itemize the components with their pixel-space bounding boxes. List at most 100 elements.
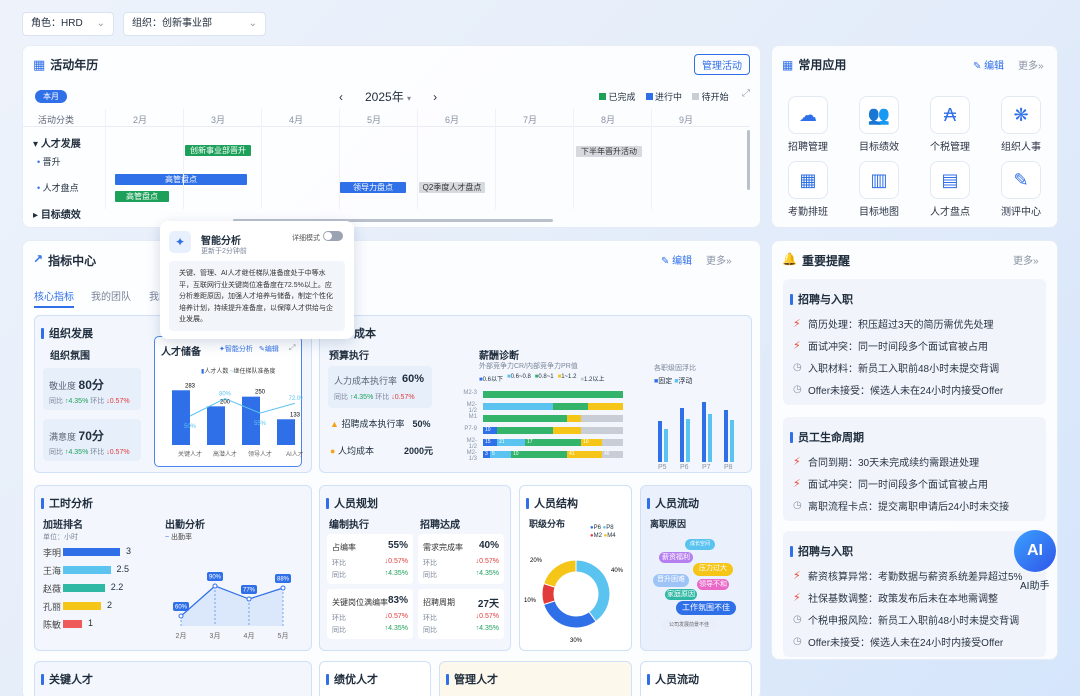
salary-segment[interactable]: 3	[483, 451, 490, 458]
salary-segment[interactable]	[602, 439, 623, 446]
event-bar[interactable]: 下半年晋升活动	[576, 146, 642, 157]
group-talent-dev[interactable]: ▾ 人才发展	[33, 135, 81, 150]
year-select[interactable]: 2025年 ▾	[365, 88, 411, 105]
attendance-point[interactable]	[246, 596, 252, 602]
dist-bar[interactable]	[686, 418, 690, 462]
apps-edit-button[interactable]: ✎ 编辑	[973, 57, 1004, 72]
plan-metric-card[interactable]: 占编率 55% 环比 ↓0.57% 同比 ↑4.35%	[327, 534, 413, 584]
attendance-icon[interactable]: ▦	[788, 161, 828, 199]
next-year-icon[interactable]: ›	[433, 90, 437, 104]
manage-activity-button[interactable]: 管理活动	[694, 54, 750, 75]
salary-segment[interactable]	[497, 427, 553, 434]
salary-segment[interactable]: 10	[483, 427, 497, 434]
talent-reserve-widget[interactable]: 人才储备 ✦智能分析 ✎编辑 ⤢ ▮人才人数 ~继任梯队准备度 283 关键人才 2…	[154, 336, 303, 467]
map-icon[interactable]: ▥	[859, 161, 899, 199]
reserve-bar[interactable]	[172, 390, 190, 445]
word-tag[interactable]: 薪资福利	[659, 552, 693, 563]
cost-exec-card[interactable]: 人力成本执行率 60% 同比 ↑4.35% 环比 ↓0.57%	[328, 366, 432, 408]
rank-bar[interactable]	[63, 620, 82, 628]
vertical-scrollbar[interactable]	[747, 130, 750, 190]
prev-year-icon[interactable]: ‹	[339, 90, 343, 104]
indicators-more-link[interactable]: 更多»	[706, 252, 732, 267]
reminder-item[interactable]: ⚡ 薪资核算异常：考勤数据与薪资系统差异超过5%	[793, 568, 1022, 583]
reminder-item[interactable]: ◷ Offer未接受：候选人未在24小时内接受Offer	[793, 382, 1003, 397]
event-bar[interactable]: 高管盘点	[115, 174, 247, 185]
dist-bar[interactable]	[658, 420, 662, 462]
dist-bar[interactable]	[664, 429, 668, 462]
rank-bar[interactable]	[63, 584, 105, 592]
app-label[interactable]: 人才盘点	[915, 203, 985, 218]
pie-slice[interactable]	[543, 600, 597, 629]
app-label[interactable]: 组织人事	[986, 138, 1056, 153]
apps-more-link[interactable]: 更多»	[1018, 57, 1044, 72]
engagement-card[interactable]: 敬业度 80分 同比 ↑4.35% 环比 ↓0.57%	[43, 368, 141, 410]
review-icon[interactable]: ▤	[930, 161, 970, 199]
tab-core[interactable]: 核心指标	[34, 288, 74, 308]
salary-segment[interactable]: 5	[490, 451, 511, 458]
pie-slice[interactable]	[543, 559, 577, 588]
satisfaction-card[interactable]: 满意度 70分 同比 ↑4.35% 环比 ↓0.57%	[43, 419, 141, 461]
recruit-icon[interactable]: ☁	[788, 96, 828, 134]
salary-segment[interactable]	[483, 415, 567, 422]
tab-my-team[interactable]: 我的团队	[91, 288, 131, 303]
goals-icon[interactable]: 👥	[859, 96, 899, 134]
word-tag[interactable]: 晋升困难	[653, 574, 689, 587]
reserve-bar[interactable]	[277, 419, 295, 445]
word-tag[interactable]: 领导不和	[697, 579, 729, 590]
event-bar[interactable]: 高管盘点	[115, 191, 169, 202]
event-bar[interactable]: Q2季度人才盘点	[419, 182, 485, 193]
dist-bar[interactable]	[724, 409, 728, 462]
salary-segment[interactable]	[553, 403, 588, 410]
salary-segment[interactable]: 46	[602, 451, 623, 458]
salary-segment[interactable]: 15	[483, 439, 497, 446]
app-label[interactable]: 目标绩效	[844, 138, 914, 153]
expand-icon[interactable]: ⤢	[289, 343, 295, 353]
app-label[interactable]: 测评中心	[986, 203, 1056, 218]
expand-icon[interactable]: ⤢	[742, 88, 750, 99]
assess-icon[interactable]: ✎	[1001, 161, 1041, 199]
plan-metric-card[interactable]: 需求完成率 40% 环比 ↓0.57% 同比 ↑4.35%	[418, 534, 504, 584]
event-bar[interactable]: 创新事业部晋升	[185, 145, 251, 156]
dist-bar[interactable]	[730, 420, 734, 462]
detail-mode-toggle[interactable]	[323, 231, 343, 241]
salary-segment[interactable]: 10	[581, 439, 602, 446]
org-select[interactable]: 组织：创新事业部 ⌄	[123, 12, 266, 36]
plan-metric-card[interactable]: 招聘周期 27天 环比 ↓0.57% 同比 ↑4.35%	[418, 589, 504, 639]
role-select[interactable]: 角色：HRD ⌄	[22, 12, 114, 36]
salary-segment[interactable]	[588, 403, 623, 410]
reminder-item[interactable]: ◷ 离职流程卡点：提交离职申请后24小时未交接	[793, 498, 1009, 513]
dist-bar[interactable]	[708, 414, 712, 462]
word-tag[interactable]: 工作氛围不佳	[676, 601, 736, 615]
org-icon[interactable]: ❋	[1001, 96, 1041, 134]
salary-segment[interactable]: 41	[567, 451, 602, 458]
salary-segment[interactable]	[581, 427, 623, 434]
salary-segment[interactable]: 17	[525, 439, 581, 446]
app-label[interactable]: 个税管理	[915, 138, 985, 153]
reminder-item[interactable]: ⚡ 面试冲突：同一时间段多个面试官被占用	[793, 476, 988, 491]
word-tag[interactable]: 公司发展前景不佳	[661, 620, 717, 631]
attendance-point[interactable]	[212, 583, 218, 589]
app-label[interactable]: 目标地图	[844, 203, 914, 218]
salary-segment[interactable]	[483, 391, 623, 398]
salary-segment[interactable]	[567, 415, 581, 422]
reserve-bar[interactable]	[207, 406, 225, 445]
salary-segment[interactable]	[483, 403, 553, 410]
rank-bar[interactable]	[63, 602, 101, 610]
this-month-button[interactable]: 本月	[35, 90, 67, 103]
group-goals[interactable]: ▸ 目标绩效	[33, 206, 81, 221]
event-bar[interactable]: 领导力盘点	[340, 182, 406, 193]
reminder-item[interactable]: ◷ Offer未接受：候选人未在24小时内接受Offer	[793, 634, 1003, 649]
app-label[interactable]: 考勤排班	[773, 203, 843, 218]
pie-slice[interactable]	[575, 559, 611, 623]
reminder-item[interactable]: ◷ 入职材料：新员工入职前48小时未提交背调	[793, 360, 999, 375]
reminder-item[interactable]: ⚡ 合同到期：30天未完成续约需跟进处理	[793, 454, 979, 469]
salary-segment[interactable]: 10	[511, 451, 567, 458]
reminder-item[interactable]: ◷ 个税申报风险：新员工入职前48小时未提交背调	[793, 612, 1019, 627]
salary-segment[interactable]	[581, 415, 623, 422]
word-tag[interactable]: 成长空间	[685, 539, 715, 550]
dist-bar[interactable]	[702, 402, 706, 462]
reminder-item[interactable]: ⚡ 社保基数调整：政策发布后未在本地需调整	[793, 590, 998, 605]
reminders-more-link[interactable]: 更多»	[1013, 252, 1039, 267]
plan-metric-card[interactable]: 关键岗位满编率 83% 环比 ↓0.57% 同比 ↑4.35%	[327, 589, 413, 639]
reminder-item[interactable]: ⚡ 面试冲突：同一时间段多个面试官被占用	[793, 338, 988, 353]
